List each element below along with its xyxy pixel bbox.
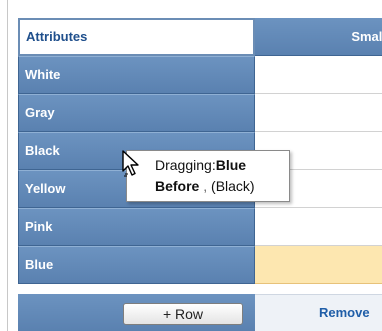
row-header-gray[interactable]: Gray — [18, 94, 255, 132]
tooltip-position-line: Before , (Black) — [155, 178, 255, 194]
attributes-grid: Attributes Small White Gray Black Yellow… — [0, 0, 382, 331]
cell-blue-small-highlighted[interactable] — [255, 246, 382, 284]
footer-bar: + Row — [18, 294, 255, 331]
row-header-pink[interactable]: Pink — [18, 208, 255, 246]
row-header-white[interactable]: White — [18, 56, 255, 94]
add-row-button[interactable]: + Row — [123, 303, 243, 325]
table-row[interactable]: Pink — [18, 208, 382, 246]
cell-white-small[interactable] — [255, 56, 382, 94]
row-header-blue[interactable]: Blue — [18, 246, 255, 284]
tooltip-position-word: Before — [155, 178, 200, 194]
table-row[interactable]: Blue — [18, 246, 382, 284]
drag-tooltip: Dragging:Blue Before , (Black) — [126, 150, 290, 202]
grid-left-border — [7, 0, 8, 331]
column-header-small[interactable]: Small — [255, 18, 382, 56]
drag-arrow-cursor-icon — [122, 150, 139, 177]
cell-gray-small[interactable] — [255, 94, 382, 132]
attributes-header[interactable]: Attributes — [18, 18, 255, 56]
table-row[interactable]: White — [18, 56, 382, 94]
tooltip-dragging-prefix: Dragging: — [155, 157, 216, 173]
tooltip-dragging-line: Dragging:Blue — [155, 157, 246, 173]
cell-pink-small[interactable] — [255, 208, 382, 246]
tooltip-dragging-item: Blue — [215, 157, 247, 173]
tooltip-separator: , — [203, 178, 208, 194]
table-row[interactable]: Gray — [18, 94, 382, 132]
header-row: Attributes Small — [18, 18, 382, 56]
remove-link[interactable]: Remove — [255, 294, 382, 331]
tooltip-target: (Black) — [211, 178, 255, 194]
